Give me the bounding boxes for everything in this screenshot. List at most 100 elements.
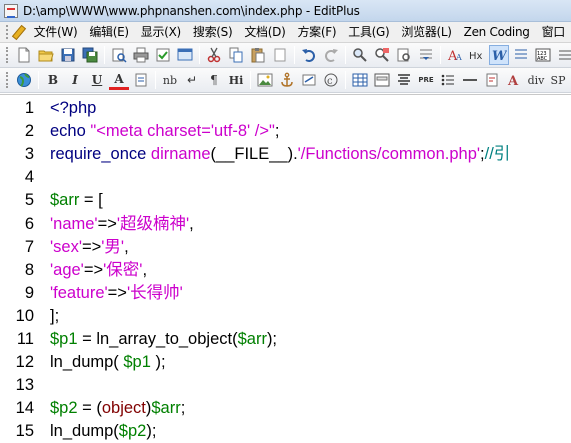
svg-text:Hx: Hx xyxy=(469,51,483,62)
code-line[interactable]: $arr = [ xyxy=(50,189,103,212)
save-all-icon[interactable] xyxy=(80,45,100,65)
menubar-grip[interactable] xyxy=(6,25,9,39)
menu-zen-coding[interactable]: Zen Coding xyxy=(458,23,536,42)
menu-view[interactable]: 显示(X) xyxy=(135,23,187,42)
menu-search[interactable]: 搜索(S) xyxy=(187,23,238,42)
browser-preview-icon[interactable] xyxy=(175,45,195,65)
code-token: '/Functions/common.php' xyxy=(297,145,481,164)
menu-document[interactable]: 文档(D) xyxy=(238,23,291,42)
span-button[interactable]: SP xyxy=(548,70,568,90)
menu-project[interactable]: 方案(F) xyxy=(291,23,342,42)
redo-icon[interactable] xyxy=(321,45,341,65)
line-number: 13 xyxy=(15,376,34,395)
code-line[interactable]: $p2 = (object)$arr; xyxy=(50,397,185,420)
code-area[interactable]: <?php echo "<meta charset='utf-8' />"; req… xyxy=(40,95,571,443)
code-token: ; xyxy=(274,122,280,141)
code-token: '长得帅' xyxy=(126,283,183,302)
heading-button[interactable]: Hi xyxy=(226,70,246,90)
image-icon[interactable] xyxy=(255,70,275,90)
print-icon[interactable] xyxy=(131,45,151,65)
ruler-icon[interactable]: 123 ABC xyxy=(533,45,553,65)
code-token: echo xyxy=(50,122,91,141)
bold-button[interactable]: B xyxy=(43,70,63,90)
code-line[interactable]: 'sex'=>'男', xyxy=(50,236,129,259)
form-icon[interactable] xyxy=(372,70,392,90)
code-line[interactable]: ln_dump( $p1 ); xyxy=(50,351,166,374)
toolbar-grip[interactable] xyxy=(6,47,9,63)
list-icon[interactable] xyxy=(438,70,458,90)
open-file-icon[interactable] xyxy=(36,45,56,65)
undo-icon[interactable] xyxy=(299,45,319,65)
code-line[interactable]: $p1 = ln_array_to_object($arr); xyxy=(50,328,277,351)
code-line[interactable]: 'name'=>'超级楠神', xyxy=(50,213,194,236)
html-toolbar: B I U A nb ↵ ¶ Hi c PRE A div SP xyxy=(0,68,571,93)
link-icon[interactable] xyxy=(299,70,319,90)
code-line[interactable]: ln_dump($p2); xyxy=(50,420,156,443)
horizontal-rule-icon[interactable] xyxy=(460,70,480,90)
table-icon[interactable] xyxy=(350,70,370,90)
special-char-icon[interactable]: c xyxy=(321,70,341,90)
find-icon[interactable] xyxy=(350,45,370,65)
code-token: $arr xyxy=(151,399,181,418)
font-icon[interactable] xyxy=(131,70,151,90)
line-number: 12 xyxy=(15,353,34,372)
line-number: 14 xyxy=(15,399,34,418)
code-line[interactable]: 'feature'=>'长得帅' xyxy=(50,282,183,305)
code-token: dirname xyxy=(150,145,211,164)
div-button[interactable]: div xyxy=(526,70,546,90)
globe-icon[interactable] xyxy=(14,70,34,90)
toolbar-separator xyxy=(294,46,295,64)
spellcheck-icon[interactable] xyxy=(153,45,173,65)
code-token: = ( xyxy=(77,399,102,418)
code-editor[interactable]: 1 2 3 4 5 6 7 8 9 10 11 12 13 14 15 <?php echo "<meta c… xyxy=(0,94,571,443)
delete-icon[interactable] xyxy=(270,45,290,65)
italic-button[interactable]: I xyxy=(65,70,85,90)
standard-toolbar: AA Hx W 123 ABC xyxy=(0,43,571,68)
svg-text:A: A xyxy=(455,53,462,62)
menu-file[interactable]: 文件(W) xyxy=(28,23,84,42)
goto-line-icon[interactable] xyxy=(416,45,436,65)
menu-window[interactable]: 窗口 xyxy=(536,23,571,42)
paragraph-button[interactable]: ¶ xyxy=(204,70,224,90)
anchor-icon[interactable] xyxy=(277,70,297,90)
code-line[interactable]: 'age'=>'保密', xyxy=(50,259,147,282)
new-file-icon[interactable] xyxy=(14,45,34,65)
code-token: <?php xyxy=(50,99,97,117)
hex-view-icon[interactable]: Hx xyxy=(467,45,487,65)
line-break-button[interactable]: ↵ xyxy=(182,70,202,90)
word-wrap-icon[interactable]: W xyxy=(489,45,509,65)
script-icon[interactable] xyxy=(482,70,502,90)
print-preview-icon[interactable] xyxy=(109,45,129,65)
code-line[interactable]: <?php xyxy=(50,97,96,120)
toolbar-grip[interactable] xyxy=(6,72,9,88)
code-line[interactable]: echo "<meta charset='utf-8' />"; xyxy=(50,120,279,143)
font-color-button[interactable]: A xyxy=(109,70,129,90)
align-center-icon[interactable] xyxy=(394,70,414,90)
save-icon[interactable] xyxy=(58,45,78,65)
code-line[interactable]: require_once dirname(__FILE__).'/Functio… xyxy=(50,143,510,166)
copy-icon[interactable] xyxy=(226,45,246,65)
menu-edit[interactable]: 编辑(E) xyxy=(83,23,134,42)
menu-tools[interactable]: 工具(G) xyxy=(342,23,395,42)
comment-icon[interactable]: A xyxy=(504,70,524,90)
code-token: $arr xyxy=(50,191,80,210)
replace-icon[interactable] xyxy=(372,45,392,65)
line-number: 3 xyxy=(24,145,34,164)
column-select-icon[interactable] xyxy=(555,45,571,65)
menu-browser[interactable]: 浏览器(L) xyxy=(395,23,457,42)
line-number-icon[interactable] xyxy=(511,45,531,65)
line-number: 11 xyxy=(16,330,34,348)
cut-icon[interactable] xyxy=(204,45,224,65)
toolbar-separator xyxy=(345,71,346,89)
title-bar: D:\amp\WWW\www.phpnanshen.com\index.php … xyxy=(0,0,571,22)
nbsp-button[interactable]: nb xyxy=(160,70,180,90)
svg-text:c: c xyxy=(327,76,333,87)
pre-button[interactable]: PRE xyxy=(416,70,436,90)
text-size-icon[interactable]: AA xyxy=(445,45,465,65)
find-in-files-icon[interactable] xyxy=(394,45,414,65)
code-line[interactable]: ]; xyxy=(50,305,59,328)
underline-button[interactable]: U xyxy=(87,70,107,90)
paste-icon[interactable] xyxy=(248,45,268,65)
toolbar-separator xyxy=(155,71,156,89)
window-title: D:\amp\WWW\www.phpnanshen.com\index.php … xyxy=(23,3,360,18)
